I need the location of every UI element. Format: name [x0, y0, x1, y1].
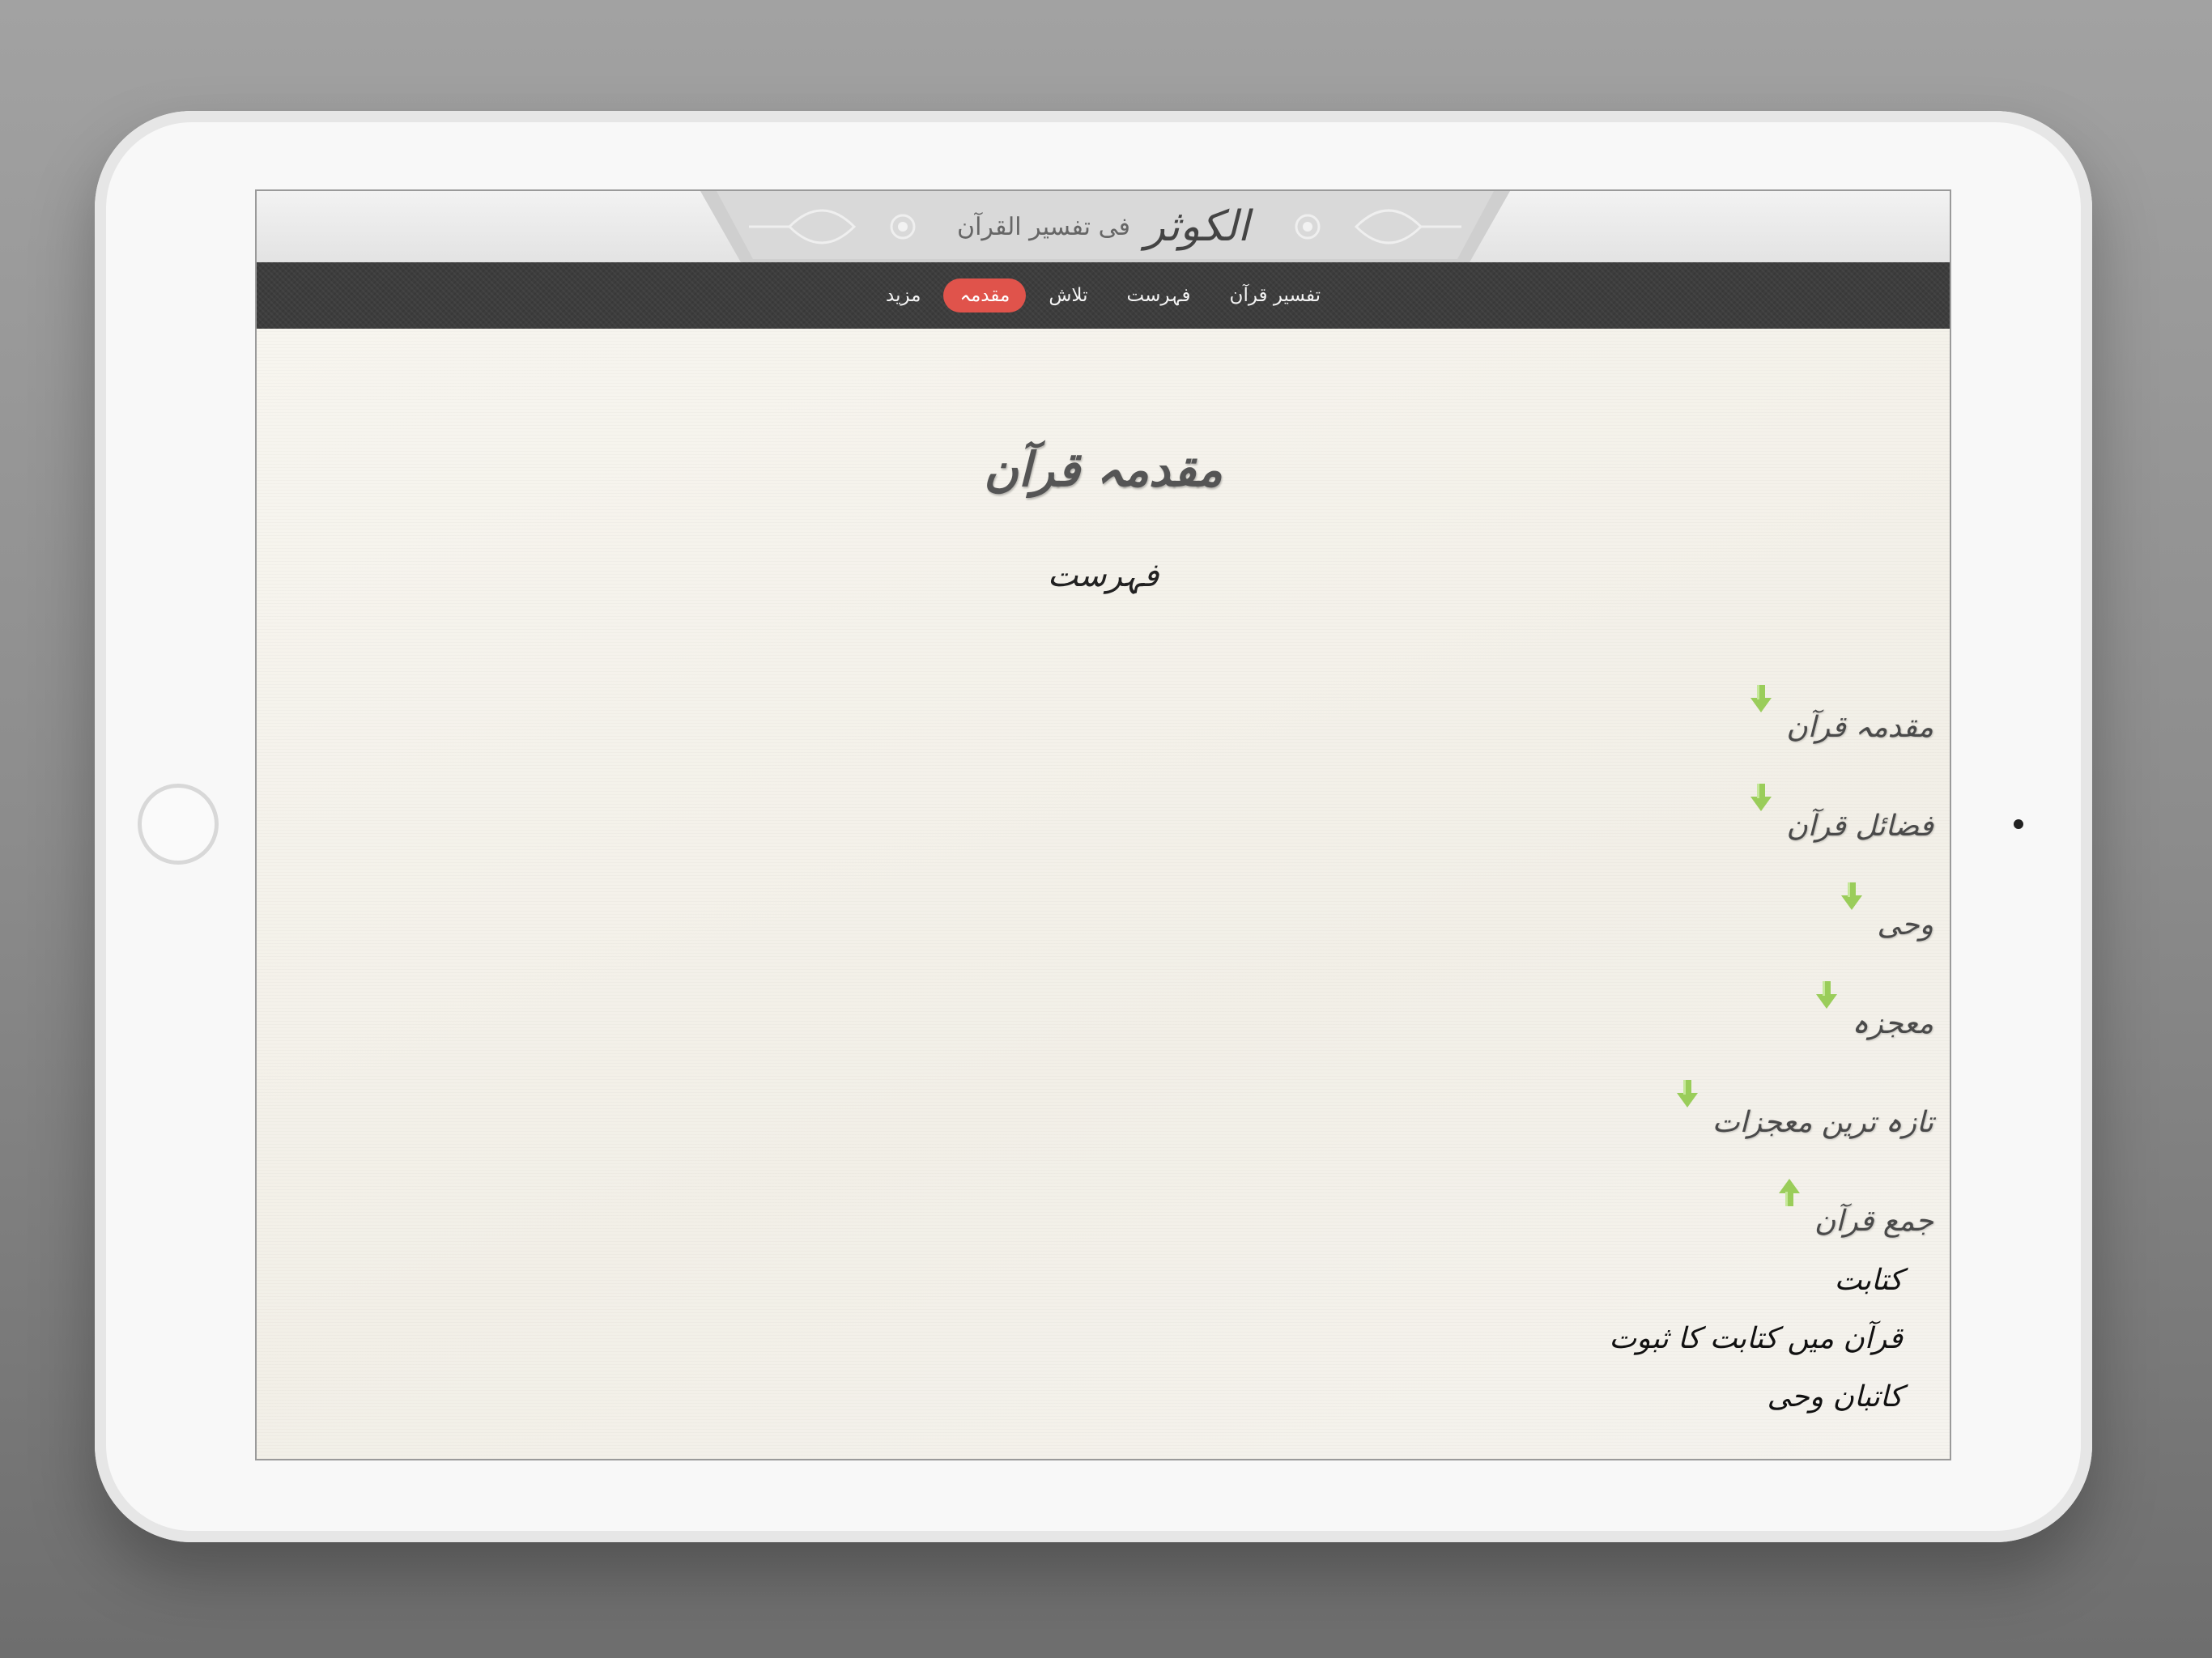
toc-item[interactable]: معجزہ: [1448, 981, 1933, 1080]
home-button[interactable]: [138, 784, 219, 865]
toc-item[interactable]: مقدمہ قرآن: [1448, 685, 1933, 784]
toc-subitems: کتابت قرآن میں کتابت کا ثبوت کاتبان وحی: [1609, 1252, 1903, 1426]
toc-item-label: تازہ ترین معجزات: [1712, 1106, 1933, 1139]
toc-subitem[interactable]: کاتبان وحی: [1609, 1368, 1903, 1426]
page-subtitle: فہرست: [1047, 557, 1159, 594]
toc-item[interactable]: تازہ ترین معجزات: [1448, 1080, 1933, 1179]
expand-arrow-down-icon[interactable]: [1750, 685, 1772, 712]
nav-item-search[interactable]: تلاش: [1032, 278, 1104, 312]
nav-item-more[interactable]: مزید: [870, 278, 937, 312]
page-title: مقدمہ قرآن: [984, 442, 1223, 497]
collapse-arrow-up-icon[interactable]: [1778, 1179, 1800, 1206]
toc-item-label: فضائل قرآن: [1786, 810, 1933, 843]
expand-arrow-down-icon[interactable]: [1750, 784, 1772, 811]
header-banner: الکوثر فی تفسیر القرآن: [257, 191, 1950, 262]
nav-item-tafsir[interactable]: تفسیر قرآن: [1214, 278, 1337, 312]
toc-subitem[interactable]: کتابت: [1609, 1252, 1903, 1310]
toc-item-label: وحی: [1877, 908, 1933, 942]
app-logo[interactable]: الکوثر فی تفسیر القرآن: [257, 191, 1950, 262]
toc-item-label: جمع قرآن: [1814, 1205, 1933, 1238]
app-screen: الکوثر فی تفسیر القرآن تفسیر قرآن فہرست …: [255, 189, 1951, 1460]
logo-sub-text: فی تفسیر القرآن: [957, 212, 1130, 241]
nav-item-index[interactable]: فہرست: [1111, 278, 1207, 312]
logo-main-text: الکوثر: [1144, 202, 1249, 251]
nav-item-introduction[interactable]: مقدمہ: [943, 278, 1027, 312]
toc-item[interactable]: فضائل قرآن: [1448, 784, 1933, 882]
toc-item-label: معجزہ: [1852, 1007, 1933, 1040]
expand-arrow-down-icon[interactable]: [1841, 882, 1863, 910]
main-navbar: تفسیر قرآن فہرست تلاش مقدمہ مزید: [257, 262, 1950, 329]
toc-subitem[interactable]: قرآن میں کتابت کا ثبوت: [1609, 1310, 1903, 1368]
expand-arrow-down-icon[interactable]: [1676, 1080, 1698, 1107]
toc-list: مقدمہ قرآن فضائل قرآن وحی معجزہ تازہ تری…: [1448, 685, 1933, 1278]
toc-item[interactable]: وحی: [1448, 882, 1933, 981]
camera-dot: [2014, 819, 2023, 829]
expand-arrow-down-icon[interactable]: [1816, 981, 1838, 1009]
main-content: مقدمہ قرآن فہرست مقدمہ قرآن فضائل قرآن و…: [257, 329, 1950, 1459]
toc-item-label: مقدمہ قرآن: [1786, 711, 1933, 744]
